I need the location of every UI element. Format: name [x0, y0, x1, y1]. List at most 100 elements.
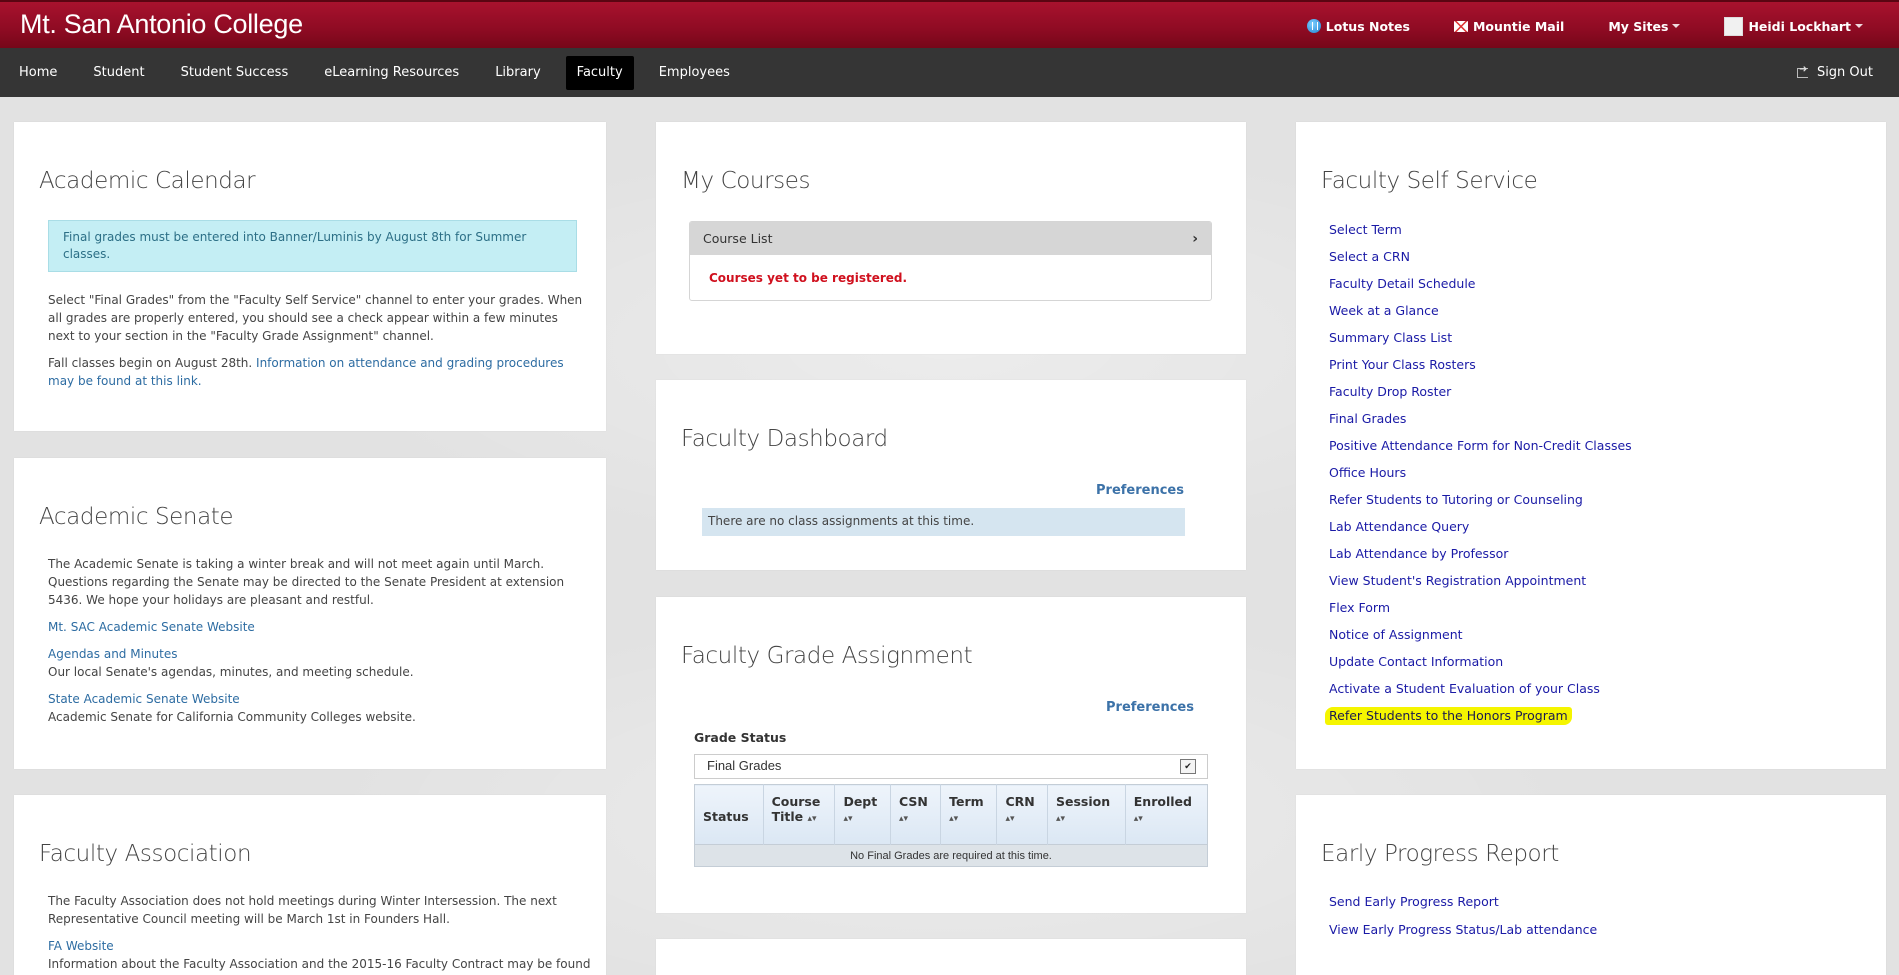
column-session[interactable]: Session ▴▾ [1047, 784, 1126, 845]
sort-icon: ▴▾ [1056, 814, 1066, 824]
grade-preferences-link[interactable]: Preferences [1106, 700, 1194, 715]
nav-library[interactable]: Library [484, 56, 551, 90]
site-logo[interactable]: Mt. San Antonio College [20, 9, 303, 40]
course-list-label: Course List [703, 231, 773, 246]
list-item: Faculty Drop Roster [1329, 383, 1632, 410]
faculty-association-panel: Faculty Association The Faculty Associat… [14, 795, 606, 975]
my-sites-label: My Sites [1608, 18, 1669, 34]
faculty-drop-roster-link[interactable]: Faculty Drop Roster [1329, 384, 1451, 400]
final-grades-link[interactable]: Final Grades [1329, 411, 1406, 427]
nav-student-success[interactable]: Student Success [170, 56, 300, 90]
student-evaluation-link[interactable]: Activate a Student Evaluation of your Cl… [1329, 681, 1600, 697]
lotus-notes-label: Lotus Notes [1325, 18, 1410, 34]
course-list-header[interactable]: Course List › [690, 222, 1211, 255]
fa-website-link[interactable]: FA Website [48, 937, 114, 955]
senate-notice: The Academic Senate is taking a winter b… [48, 557, 565, 607]
dashboard-preferences-link[interactable]: Preferences [1096, 483, 1184, 498]
dashboard-message: There are no class assignments at this t… [702, 508, 1185, 536]
state-senate-description: Academic Senate for California Community… [48, 710, 416, 724]
list-item: Final Grades [1329, 410, 1632, 437]
list-item: Print Your Class Rosters [1329, 356, 1632, 383]
column-label: CSN [898, 794, 928, 809]
office-hours-link[interactable]: Office Hours [1329, 465, 1406, 481]
panel-title: Faculty Self Service [1321, 168, 1538, 194]
mail-icon [1453, 20, 1468, 32]
list-item: Lab Attendance by Professor [1329, 545, 1632, 572]
column-crn[interactable]: CRN ▴▾ [996, 784, 1048, 845]
select-crn-link[interactable]: Select a CRN [1329, 249, 1410, 265]
column-label: Course [771, 794, 821, 809]
column-dept[interactable]: Dept ▴▾ [834, 784, 891, 845]
sort-icon: ▴▾ [843, 814, 853, 824]
sort-icon: ▴▾ [1133, 814, 1143, 824]
sign-out-icon [1796, 64, 1808, 78]
nav-home[interactable]: Home [8, 56, 68, 90]
fa-description: Information about the Faculty Associatio… [48, 957, 591, 971]
flex-form-link[interactable]: Flex Form [1329, 600, 1390, 616]
nav-student[interactable]: Student [82, 56, 155, 90]
grades-table: Status Course Title ▴▾ Dept ▴▾ CSN ▴▾ Term ▴… [694, 784, 1208, 867]
select-term-link[interactable]: Select Term [1329, 222, 1402, 238]
sign-out-link[interactable]: Sign Out [1796, 48, 1873, 97]
nav-elearning-resources[interactable]: eLearning Resources [313, 56, 470, 90]
chevron-down-icon[interactable]: ✔ [1180, 759, 1196, 774]
senate-website-link[interactable]: Mt. SAC Academic Senate Website [48, 618, 255, 636]
list-item: Flex Form [1329, 599, 1632, 626]
list-item: Summary Class List [1329, 329, 1632, 356]
grade-assignment-panel: Faculty Grade Assignment Preferences Gra… [656, 597, 1246, 913]
update-contact-link[interactable]: Update Contact Information [1329, 654, 1503, 670]
summary-class-list-link[interactable]: Summary Class List [1329, 330, 1452, 346]
nav-employees[interactable]: Employees [648, 56, 741, 90]
sign-out-label: Sign Out [1816, 65, 1873, 80]
column-label: Enrolled [1133, 794, 1192, 809]
lab-attendance-professor-link[interactable]: Lab Attendance by Professor [1329, 546, 1508, 562]
faculty-dashboard-panel: Faculty Dashboard Preferences There are … [656, 380, 1246, 570]
lab-attendance-query-link[interactable]: Lab Attendance Query [1329, 519, 1469, 535]
avatar [1724, 16, 1744, 36]
lotus-notes-icon [1306, 19, 1321, 33]
grade-status-select[interactable]: Final Grades ✔ [694, 754, 1208, 779]
positive-attendance-link[interactable]: Positive Attendance Form for Non-Credit … [1329, 438, 1632, 454]
panel-title: Faculty Association [39, 841, 252, 867]
notice-of-assignment-link[interactable]: Notice of Assignment [1329, 627, 1463, 643]
agendas-description: Our local Senate's agendas, minutes, and… [48, 665, 414, 679]
week-at-a-glance-link[interactable]: Week at a Glance [1329, 303, 1439, 319]
my-sites-dropdown[interactable]: My Sites [1608, 18, 1681, 34]
info-alert: Final grades must be entered into Banner… [48, 220, 577, 272]
list-item: Positive Attendance Form for Non-Credit … [1329, 437, 1632, 464]
panel-title: My Courses [681, 168, 811, 194]
print-class-rosters-link[interactable]: Print Your Class Rosters [1329, 357, 1476, 373]
agendas-minutes-link[interactable]: Agendas and Minutes [48, 645, 177, 663]
list-item: Lab Attendance Query [1329, 518, 1632, 545]
view-early-progress-link[interactable]: View Early Progress Status/Lab attendanc… [1329, 922, 1597, 937]
list-item: Faculty Detail Schedule [1329, 275, 1632, 302]
caret-down-icon [1855, 24, 1863, 28]
panel-title: Faculty Grade Assignment [681, 643, 973, 669]
column-label: Session [1056, 794, 1111, 809]
user-menu[interactable]: Heidi Lockhart [1724, 16, 1863, 36]
send-early-progress-link[interactable]: Send Early Progress Report [1329, 894, 1499, 909]
grade-status-label: Grade Status [694, 730, 787, 745]
list-item: Select Term [1329, 221, 1632, 248]
refer-tutoring-link[interactable]: Refer Students to Tutoring or Counseling [1329, 492, 1583, 508]
column-label: Status [703, 808, 749, 824]
fall-start-text: Fall classes begin on August 28th. [48, 356, 257, 370]
column-course-title[interactable]: Course Title ▴▾ [763, 784, 836, 845]
column-enrolled[interactable]: Enrolled ▴▾ [1125, 784, 1208, 845]
main-nav: Home Student Student Success eLearning R… [0, 48, 1899, 97]
empty-table-message: No Final Grades are required at this tim… [694, 844, 1208, 867]
list-item: Select a CRN [1329, 248, 1632, 275]
faculty-detail-schedule-link[interactable]: Faculty Detail Schedule [1329, 276, 1475, 292]
sort-icon: ▴▾ [898, 814, 908, 824]
registration-appointment-link[interactable]: View Student's Registration Appointment [1329, 573, 1586, 589]
state-senate-link[interactable]: State Academic Senate Website [48, 690, 240, 708]
fa-notice: The Faculty Association does not hold me… [48, 894, 557, 926]
honors-program-link[interactable]: Refer Students to the Honors Program [1325, 707, 1572, 725]
user-name: Heidi Lockhart [1748, 18, 1851, 34]
nav-faculty[interactable]: Faculty [565, 55, 634, 90]
column-csn[interactable]: CSN ▴▾ [890, 784, 942, 845]
calendar-instructions: Select "Final Grades" from the "Faculty … [48, 293, 583, 343]
column-term[interactable]: Term ▴▾ [940, 784, 998, 845]
mountie-mail-link[interactable]: Mountie Mail [1453, 19, 1564, 34]
lotus-notes-link[interactable]: Lotus Notes [1306, 18, 1410, 34]
